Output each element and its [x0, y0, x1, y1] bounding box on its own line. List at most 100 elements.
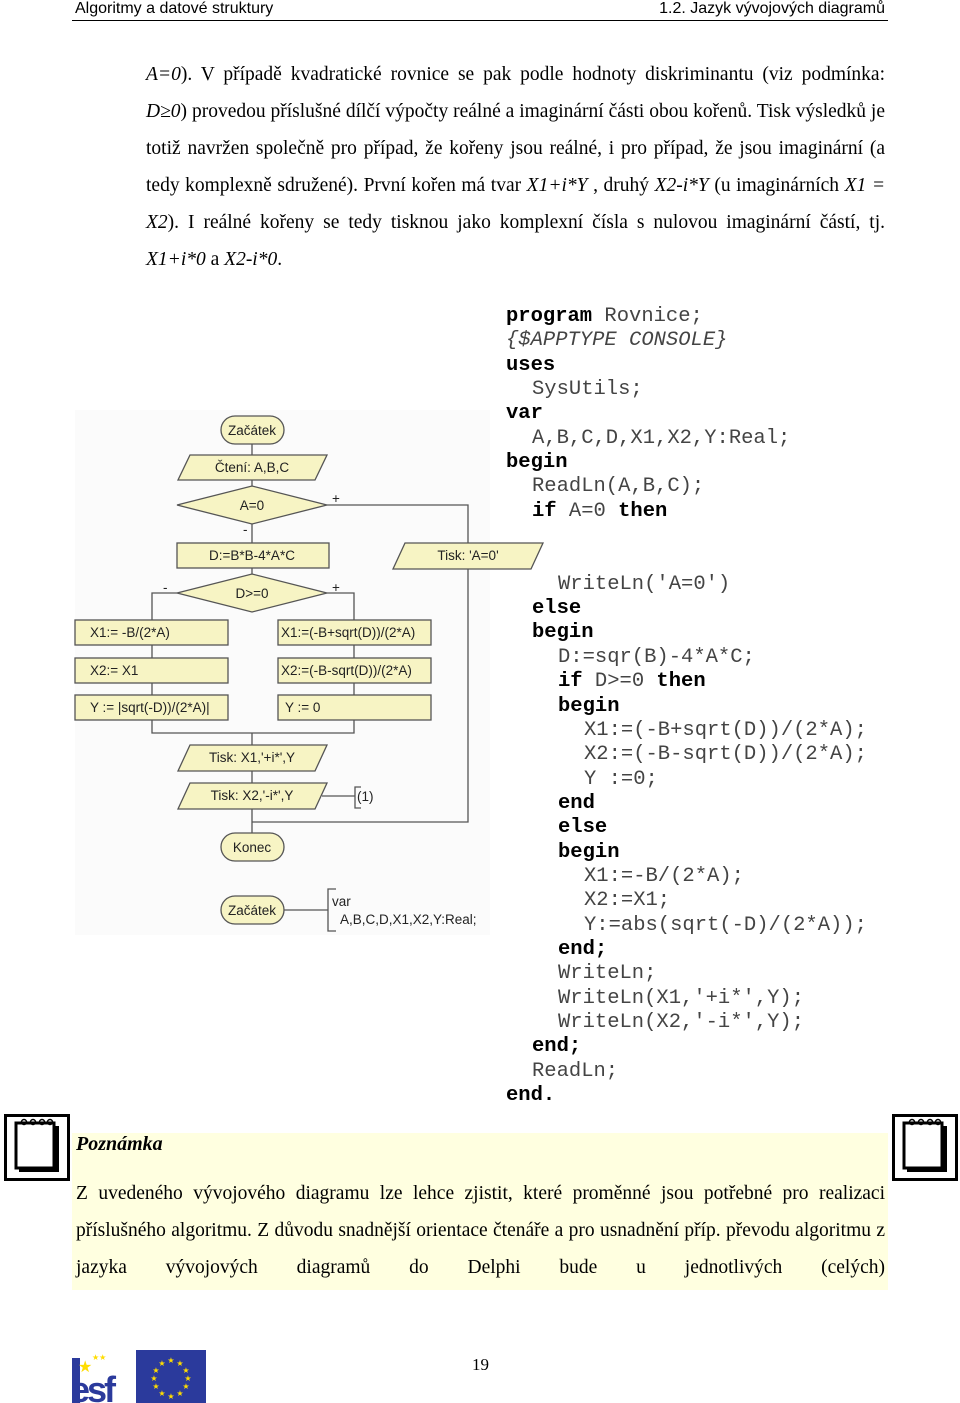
cond-a-label: A=0	[240, 498, 264, 513]
code-text: X1:=(-B+sqrt(D))/(2*A);	[584, 718, 867, 742]
start-label: Začátek	[228, 423, 276, 438]
code-line: if A=0 then	[506, 500, 867, 524]
pos-x1-label: X1:=(-B+sqrt(D))/(2*A)	[281, 625, 415, 640]
print1-label: Tisk: X1,'+i*',Y	[209, 750, 295, 765]
notepad-icon	[4, 1114, 70, 1181]
code-keyword: then	[656, 670, 706, 694]
disc-label: D:=B*B-4*A*C	[209, 548, 295, 563]
read-label: Čtení: A,B,C	[215, 460, 290, 475]
code-line: X2:=X1;	[506, 889, 867, 913]
code-line: ReadLn;	[506, 1060, 867, 1084]
note-box: Poznámka Z uvedeného vývojového diagramu…	[72, 1133, 888, 1290]
code-text: X2:=X1;	[584, 889, 671, 913]
code-line: X1:=-B/(2*A);	[506, 865, 867, 889]
code-line: var	[506, 402, 867, 426]
code-text: Rovnice;	[592, 305, 703, 328]
var-declaration: A,B,C,D,X1,X2,Y:Real;	[340, 912, 477, 927]
code-line: SysUtils;	[506, 378, 867, 402]
print-a0-label: Tisk: 'A=0'	[437, 548, 498, 563]
svg-text:★: ★	[78, 1359, 92, 1376]
code-line: if D>=0 then	[506, 670, 867, 694]
code-keyword: else	[558, 816, 608, 840]
svg-text:★: ★	[167, 1392, 174, 1401]
code-text: WriteLn;	[558, 962, 657, 986]
footer-logos: esf ★ ★★ ★ ★★★★★ ★★★★★★	[72, 1348, 206, 1403]
code-text: ReadLn(A,B,C);	[532, 475, 705, 499]
print2-label: Tisk: X2,'-i*',Y	[211, 788, 294, 803]
eu-flag-logo: ★ ★★★★★ ★★★★★★	[136, 1350, 206, 1403]
code-comment: {$APPTYPE CONSOLE}	[506, 329, 728, 353]
pos-x2-label: X2:=(-B-sqrt(D))/(2*A)	[281, 663, 412, 678]
code-line: end;	[506, 1035, 867, 1059]
code-keyword: begin	[558, 694, 620, 718]
code-line: X2:=(-B-sqrt(D))/(2*A);	[506, 743, 867, 767]
code-keyword: if	[532, 499, 557, 523]
code-text: D:=sqr(B)-4*A*C;	[558, 645, 755, 669]
page-number: 19	[472, 1355, 489, 1374]
code-keyword: var	[506, 402, 543, 426]
code-line: X1:=(-B+sqrt(D))/(2*A);	[506, 719, 867, 743]
cond-d-label: D>=0	[235, 586, 268, 601]
code-line: Y:=abs(sqrt(-D)/(2*A));	[506, 914, 867, 938]
code-line: else	[506, 597, 867, 621]
code-line: end.	[506, 1084, 867, 1108]
code-line: end;	[506, 938, 867, 962]
svg-text:★★: ★★	[92, 1353, 106, 1362]
code-text: ReadLn;	[532, 1059, 619, 1083]
code-keyword: if	[558, 670, 583, 694]
code-keyword: program	[506, 305, 593, 328]
code-line: program Rovnice;	[506, 305, 867, 329]
svg-text:★: ★	[150, 1374, 157, 1383]
code-line: else	[506, 816, 867, 840]
code-text: X1:=-B/(2*A);	[584, 864, 744, 888]
code-text: X2:=(-B-sqrt(D))/(2*A);	[584, 743, 867, 767]
code-keyword: then	[618, 499, 668, 523]
code-line: WriteLn('A=0')	[506, 573, 867, 597]
svg-text:★: ★	[152, 1382, 159, 1391]
plus-label: +	[332, 580, 340, 595]
svg-text:★: ★	[158, 1359, 165, 1368]
code-line: begin	[506, 695, 867, 719]
code-keyword: end;	[558, 937, 608, 961]
code-text: WriteLn('A=0')	[558, 572, 731, 596]
code-line: WriteLn;	[506, 962, 867, 986]
code-line: ReadLn(A,B,C);	[506, 475, 867, 499]
code-keyword: uses	[506, 353, 556, 377]
code-keyword: else	[532, 597, 582, 621]
code-line: WriteLn(X1,'+i*',Y);	[506, 987, 867, 1011]
code-keyword: end.	[506, 1084, 556, 1107]
code-keyword: end	[558, 791, 595, 815]
code-text: WriteLn(X2,'-i*',Y);	[558, 1010, 805, 1034]
code-line: begin	[506, 621, 867, 645]
svg-text:★: ★	[167, 1356, 174, 1365]
code-line: D:=sqr(B)-4*A*C;	[506, 646, 867, 670]
code-line: A,B,C,D,X1,X2,Y:Real;	[506, 427, 867, 451]
var-keyword: var	[332, 894, 351, 909]
note-text: Z uvedeného vývojového diagramu lze lehc…	[76, 1183, 885, 1278]
code-text: SysUtils;	[532, 378, 643, 402]
code-line: Y :=0;	[506, 768, 867, 792]
code-keyword: begin	[532, 621, 594, 645]
neg-x2-label: X2:= X1	[90, 663, 138, 678]
code-keyword: begin	[506, 451, 568, 475]
svg-text:★: ★	[176, 1389, 183, 1398]
code-line: {$APPTYPE CONSOLE}	[506, 329, 867, 353]
note-title: Poznámka	[76, 1133, 163, 1155]
annotation-1: (1)	[357, 789, 374, 804]
pos-y-label: Y := 0	[285, 700, 320, 715]
code-line: WriteLn(X2,'-i*',Y);	[506, 1011, 867, 1035]
plus-label: +	[332, 491, 340, 506]
code-keyword: end;	[532, 1035, 582, 1059]
esf-logo: esf ★ ★★	[72, 1348, 132, 1403]
code-text: Y:=abs(sqrt(-D)/(2*A));	[584, 913, 867, 937]
code-line: begin	[506, 841, 867, 865]
code-text: Y :=0;	[584, 767, 658, 791]
code-line: uses	[506, 354, 867, 378]
minus-label: -	[163, 580, 168, 595]
neg-x1-label: X1:= -B/(2*A)	[90, 625, 170, 640]
start2-label: Začátek	[228, 903, 276, 918]
code-line: end	[506, 792, 867, 816]
code-text: A=0	[556, 499, 619, 523]
